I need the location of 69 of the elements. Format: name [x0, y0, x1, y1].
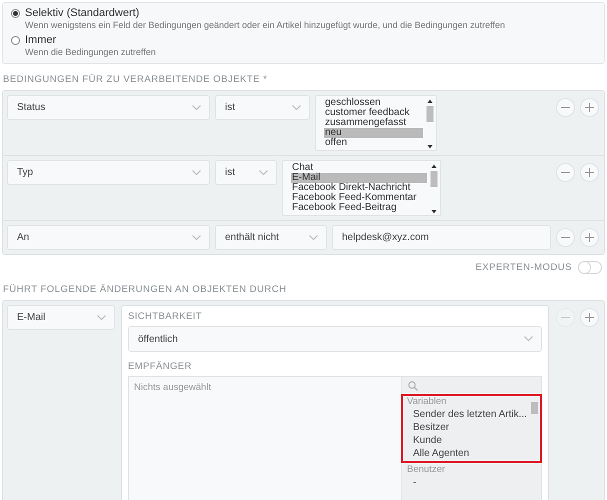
option-description: Wenn wenigstens ein Feld der Bedingungen geändert oder ein Artikel hinzugefügt wurde, und die Bedingungen zutreffen [25, 20, 506, 31]
add-button[interactable] [580, 98, 599, 117]
list-option[interactable]: geschlossen [324, 98, 423, 108]
group-label: Variablen [407, 396, 448, 408]
chevron-down-icon [192, 104, 201, 110]
visibility-select[interactable]: öffentlich [128, 326, 542, 352]
remove-button[interactable] [556, 163, 575, 182]
add-button[interactable] [580, 163, 599, 182]
section-heading: FÜHRT FOLGENDE ÄNDERUNGEN AN OBJEKTEN DURCH [3, 284, 288, 296]
chevron-down-icon [192, 234, 201, 240]
attribute-select[interactable]: Status [7, 95, 210, 120]
remove-button[interactable] [556, 228, 575, 247]
scrollbar-drawing[interactable] [430, 163, 438, 215]
operator-select[interactable]: ist [215, 95, 310, 120]
recipient-option[interactable]: Alle Agenten [407, 447, 528, 460]
operator-select[interactable]: enthält nicht [215, 225, 327, 250]
minus-icon [561, 317, 570, 318]
scrollbar-drawing[interactable] [426, 98, 434, 150]
minus-icon [561, 107, 570, 108]
minus-icon [561, 237, 570, 238]
recipient-field[interactable]: Nichts ausgewählt Variablen Sender des letzten Artik... Besitzer Kunde Alle Agenten Benutzer - [128, 376, 542, 500]
input-field[interactable]: helpdesk@xyz.com [332, 225, 551, 250]
add-button[interactable] [580, 228, 599, 247]
plus-icon [585, 313, 594, 322]
recipient-option[interactable]: Besitzer [407, 421, 528, 434]
option-description: Wenn die Bedingungen zutreffen [25, 47, 156, 58]
list-option[interactable]: Facebook Direkt-Nachricht [291, 183, 427, 193]
attribute-select[interactable]: An [7, 225, 210, 250]
toggle-label: EXPERTEN-MODUS [475, 262, 572, 273]
chevron-down-icon [309, 234, 318, 240]
chevron-down-icon [292, 104, 301, 110]
list-option[interactable]: zusammengefasst [324, 118, 423, 128]
list-option[interactable]: neu [324, 128, 423, 138]
toggle-switch[interactable] [578, 261, 602, 274]
list-option[interactable]: Facebook Feed-Kommentar [291, 193, 427, 203]
field-label: EMPFÄNGER [128, 361, 193, 373]
scrollbar-thumb[interactable] [531, 402, 538, 414]
option-label: Selektiv (Standardwert) [25, 6, 140, 20]
list-option[interactable]: Facebook Feed-Beitrag [291, 203, 427, 213]
chevron-down-icon [97, 314, 106, 320]
chevron-down-icon [524, 336, 533, 342]
recipient-option[interactable]: Sender des letzten Artik... [407, 408, 528, 421]
recipient-option[interactable]: Kunde [407, 434, 528, 447]
placeholder-text: Nichts ausgewählt [133, 381, 212, 395]
list-option[interactable]: offen [324, 138, 423, 148]
list-option[interactable]: customer feedback [324, 108, 423, 118]
list-option[interactable]: Chat [291, 163, 427, 173]
action-type-select[interactable]: E-Mail [7, 305, 115, 330]
remove-button[interactable] [556, 98, 575, 117]
operator-select[interactable]: ist [215, 160, 277, 185]
radio-button[interactable] [11, 36, 20, 45]
section-heading: BEDINGUNGEN FÜR ZU VERARBEITENDE OBJEKTE * [3, 74, 268, 86]
plus-icon [585, 233, 594, 242]
group-label: Benutzer [407, 464, 446, 476]
add-button[interactable] [580, 308, 599, 327]
chevron-down-icon [259, 170, 268, 176]
list-box[interactable]: geschlossen customer feedback zusammengefasst neu offen [315, 95, 437, 151]
plus-icon [585, 103, 594, 112]
plus-icon [585, 168, 594, 177]
chevron-down-icon [192, 170, 201, 176]
list-option[interactable]: E-Mail [291, 173, 427, 183]
attribute-select[interactable]: Typ [7, 160, 210, 185]
list-box[interactable]: Chat E-Mail Facebook Direkt-Nachricht Facebook Feed-Kommentar Facebook Feed-Beitrag [282, 160, 441, 216]
option-label: Immer [25, 33, 58, 47]
field-label: SICHTBARKEIT [128, 311, 203, 323]
recipient-option[interactable]: - [407, 476, 528, 489]
radio-button[interactable] [11, 9, 20, 18]
search-icon [408, 380, 418, 390]
minus-icon [561, 172, 570, 173]
